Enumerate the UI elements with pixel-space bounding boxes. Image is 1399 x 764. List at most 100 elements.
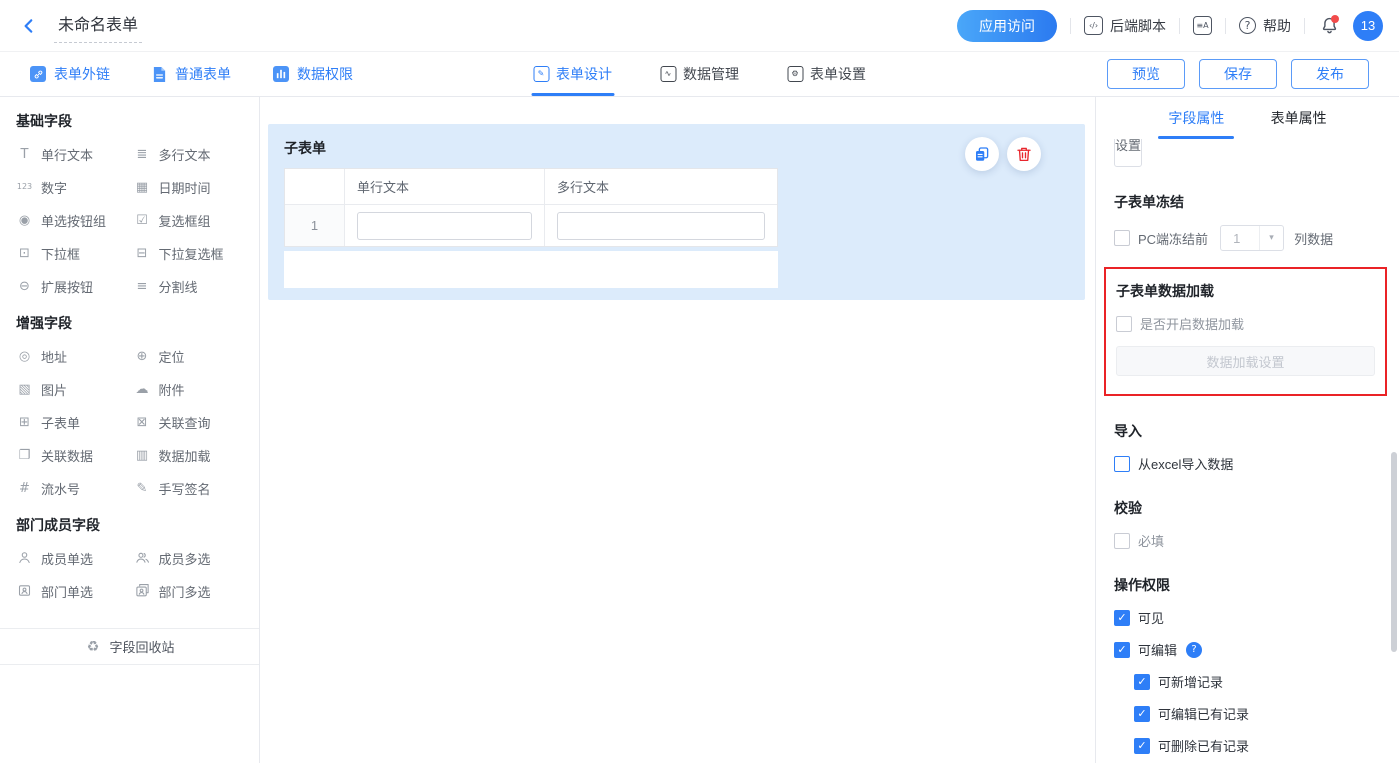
- radio-group-icon: ◉: [16, 214, 33, 227]
- multi-line-text-icon: ≣: [134, 148, 151, 161]
- field-subform[interactable]: ⊞子表单: [16, 413, 134, 431]
- field-multi-line-text[interactable]: ≣多行文本: [134, 145, 252, 163]
- form-external-link-button[interactable]: 表单外链: [30, 64, 110, 84]
- form-external-link-label: 表单外链: [54, 64, 110, 84]
- pen-icon: ✎: [134, 482, 151, 495]
- can-delete-record-checkbox[interactable]: [1134, 738, 1150, 754]
- single-line-text-icon: T: [16, 148, 33, 161]
- help-button[interactable]: ? 帮助: [1239, 16, 1291, 36]
- field-related-query[interactable]: ⊠关联查询: [134, 413, 252, 431]
- notification-dot: [1331, 15, 1339, 23]
- field-extend-button[interactable]: ⊖扩展按钮: [16, 277, 134, 295]
- multi-line-text-input[interactable]: [557, 212, 765, 240]
- preview-button[interactable]: 预览: [1107, 59, 1185, 89]
- field-number[interactable]: 123数字: [16, 178, 134, 196]
- serial-number-icon: #: [16, 482, 33, 495]
- translate-icon[interactable]: ≡A: [1193, 16, 1212, 35]
- field-select[interactable]: ⊡下拉框: [16, 244, 134, 262]
- enable-data-load-label: 是否开启数据加载: [1140, 314, 1244, 333]
- subform-footer-row: [284, 251, 778, 288]
- top-bar: 未命名表单 应用访问 ‹/› 后端脚本 ≡A ? 帮助 13: [0, 0, 1399, 52]
- field-member-single[interactable]: 成员单选: [16, 549, 134, 567]
- publish-button[interactable]: 发布: [1291, 59, 1369, 89]
- field-checkbox-group[interactable]: ☑复选框组: [134, 211, 252, 229]
- backend-script-label: 后端脚本: [1110, 16, 1166, 36]
- data-management-icon: ∿: [660, 66, 676, 82]
- enable-data-load-checkbox[interactable]: [1116, 316, 1132, 332]
- tab-data-management[interactable]: ∿ 数据管理: [660, 52, 739, 96]
- divider: [1225, 18, 1226, 34]
- pc-freeze-checkbox[interactable]: [1114, 230, 1130, 246]
- app-access-button[interactable]: 应用访问: [957, 10, 1057, 42]
- tab-form-settings[interactable]: ⚙ 表单设置: [787, 52, 866, 96]
- field-serial-number[interactable]: #流水号: [16, 479, 134, 497]
- field-divider[interactable]: ≡分割线: [134, 277, 252, 295]
- editable-checkbox[interactable]: [1114, 642, 1130, 658]
- backend-script-button[interactable]: ‹/› 后端脚本: [1084, 16, 1166, 36]
- form-settings-icon: ⚙: [787, 66, 803, 82]
- excel-import-label: 从excel导入数据: [1138, 454, 1233, 473]
- field-member-multi[interactable]: 成员多选: [134, 549, 252, 567]
- field-attachment[interactable]: ☁附件: [134, 380, 252, 398]
- checkbox-group-icon: ☑: [134, 214, 151, 227]
- field-department-single[interactable]: 部门单选: [16, 582, 134, 600]
- field-address[interactable]: ◎地址: [16, 347, 134, 365]
- single-line-text-input[interactable]: [357, 212, 532, 240]
- normal-form-button[interactable]: 普通表单: [152, 64, 231, 84]
- form-design-canvas[interactable]: 子表单 单行文本 多行文本 1: [260, 97, 1095, 763]
- field-department-multi[interactable]: 部门多选: [134, 582, 252, 600]
- bar-chart-icon: [273, 66, 289, 82]
- tab-form-properties[interactable]: 表单属性: [1271, 97, 1327, 139]
- field-radio-group[interactable]: ◉单选按钮组: [16, 211, 134, 229]
- normal-form-label: 普通表单: [175, 64, 231, 84]
- section-title-basic-fields: 基础字段: [0, 111, 259, 131]
- subform-column-header[interactable]: 多行文本: [545, 169, 777, 205]
- form-title[interactable]: 未命名表单: [54, 9, 142, 43]
- save-button[interactable]: 保存: [1199, 59, 1277, 89]
- form-design-icon: ✎: [533, 66, 549, 82]
- recycle-icon: ♻: [84, 640, 101, 654]
- avatar[interactable]: 13: [1353, 11, 1383, 41]
- required-checkbox[interactable]: [1114, 533, 1130, 549]
- subform-column-header[interactable]: 单行文本: [345, 169, 545, 205]
- subform-cell: [545, 205, 777, 246]
- visible-checkbox[interactable]: [1114, 610, 1130, 626]
- subform-row-index: 1: [285, 205, 345, 246]
- recycle-bin-label: 字段回收站: [109, 637, 174, 656]
- section-title-enhanced-fields: 增强字段: [0, 313, 259, 333]
- field-related-data[interactable]: ❐关联数据: [16, 446, 134, 464]
- editable-help-icon[interactable]: ?: [1186, 642, 1202, 658]
- field-signature[interactable]: ✎手写签名: [134, 479, 252, 497]
- freeze-columns-select[interactable]: 1 ▾: [1220, 225, 1284, 251]
- map-pin-icon: ◎: [16, 350, 33, 363]
- field-data-load[interactable]: ▥数据加载: [134, 446, 252, 464]
- section-title-member-fields: 部门成员字段: [0, 515, 259, 535]
- field-recycle-bin-button[interactable]: ♻ 字段回收站: [0, 628, 259, 665]
- can-edit-record-checkbox[interactable]: [1134, 706, 1150, 722]
- tab-field-properties[interactable]: 字段属性: [1168, 97, 1224, 139]
- panel-scrollbar[interactable]: [1391, 452, 1397, 652]
- form-toolbar: 表单外链 普通表单 数据权限 ✎ 表单设计 ∿ 数据管理 ⚙ 表单设置: [0, 52, 1399, 97]
- delete-widget-button[interactable]: [1007, 137, 1041, 171]
- subform-widget-selected[interactable]: 子表单 单行文本 多行文本 1: [268, 124, 1085, 300]
- field-single-line-text[interactable]: T单行文本: [16, 145, 134, 163]
- notification-bell-icon[interactable]: [1318, 15, 1340, 37]
- data-load-settings-button[interactable]: 数据加载设置: [1116, 346, 1375, 376]
- field-multi-select[interactable]: ⊟下拉复选框: [134, 244, 252, 262]
- field-location[interactable]: ⊕定位: [134, 347, 252, 365]
- crosshair-icon: ⊕: [134, 350, 151, 363]
- back-icon[interactable]: [18, 15, 40, 37]
- data-permission-button[interactable]: 数据权限: [273, 64, 353, 84]
- cloud-upload-icon: ☁: [134, 383, 151, 396]
- divider: [1070, 18, 1071, 34]
- copy-widget-button[interactable]: [965, 137, 999, 171]
- field-datetime[interactable]: ▦日期时间: [134, 178, 252, 196]
- settings-button-clipped[interactable]: 设置: [1114, 139, 1142, 167]
- subform-widget-title: 子表单: [284, 138, 1069, 158]
- can-add-record-checkbox[interactable]: [1134, 674, 1150, 690]
- tab-form-design[interactable]: ✎ 表单设计: [533, 52, 612, 96]
- member-multi-icon: [134, 550, 151, 567]
- select-icon: ⊡: [16, 247, 33, 260]
- field-image[interactable]: ▧图片: [16, 380, 134, 398]
- excel-import-checkbox[interactable]: [1114, 456, 1130, 472]
